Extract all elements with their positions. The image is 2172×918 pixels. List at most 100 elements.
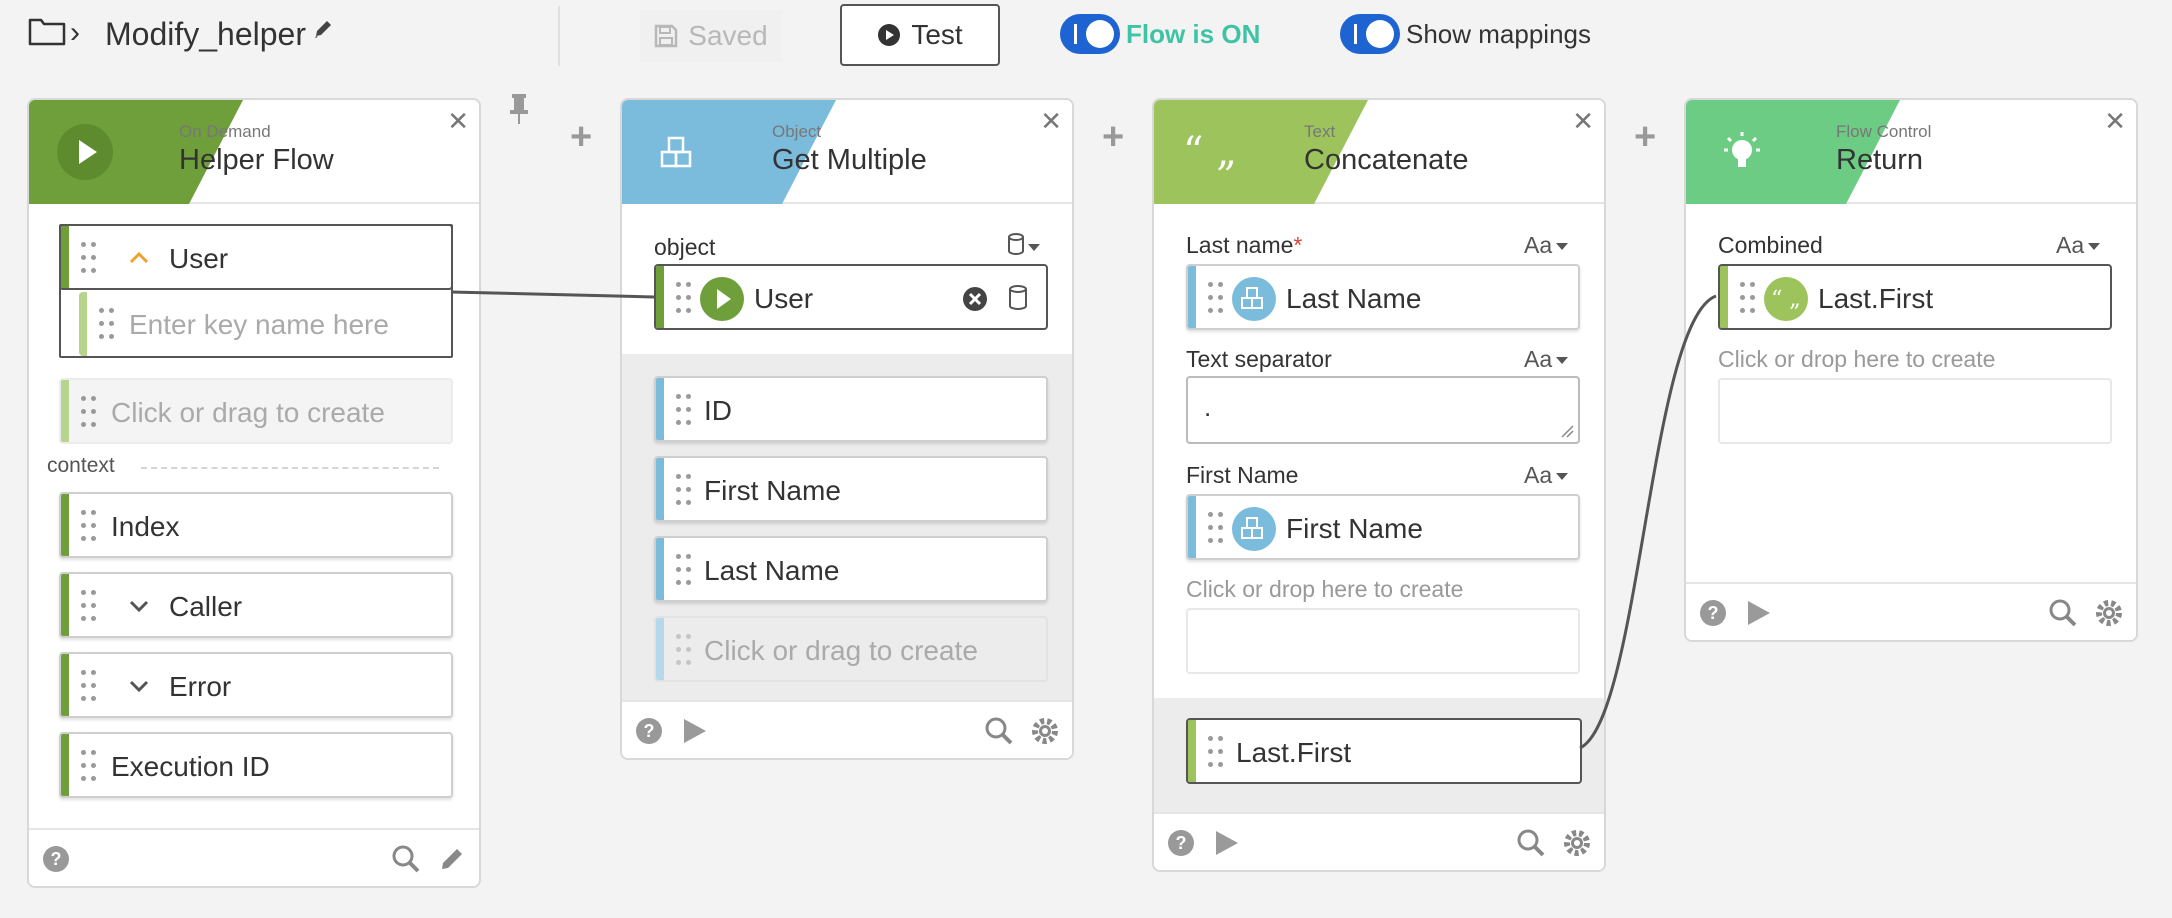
play-icon[interactable] — [1216, 831, 1238, 855]
error-pill[interactable]: Error — [59, 652, 453, 718]
flow-name[interactable]: Modify_helper — [105, 14, 306, 54]
chevron-down-icon[interactable] — [127, 594, 151, 618]
drag-handle-icon[interactable] — [81, 510, 99, 542]
gear-icon[interactable] — [1562, 828, 1592, 858]
drag-handle-icon[interactable] — [81, 750, 99, 782]
close-icon[interactable]: ✕ — [2104, 106, 2126, 137]
caller-label: Caller — [169, 591, 243, 622]
index-pill[interactable]: Index — [59, 492, 453, 558]
drag-handle-icon[interactable] — [1740, 282, 1758, 314]
drag-handle-icon[interactable] — [81, 670, 99, 702]
combined-input-pill[interactable]: “ „ Last.First — [1718, 264, 2112, 330]
drag-handle-icon[interactable] — [676, 474, 694, 506]
separator-value: . — [1204, 392, 1212, 422]
type-dropdown[interactable]: Aa — [2056, 232, 2100, 259]
close-icon[interactable]: ✕ — [447, 106, 469, 137]
error-label: Error — [169, 671, 232, 702]
first-name-input-pill[interactable]: First Name — [1186, 494, 1580, 560]
last-name-pill[interactable]: Last Name — [654, 536, 1048, 602]
help-icon[interactable]: ? — [1700, 600, 1726, 626]
type-dropdown[interactable]: Aa — [1524, 232, 1568, 259]
pencil-icon[interactable] — [312, 18, 332, 40]
gear-icon[interactable] — [2094, 598, 2124, 628]
drag-handle-icon[interactable] — [1208, 282, 1226, 314]
last-name-input-pill[interactable]: Last Name — [1186, 264, 1580, 330]
chevron-up-icon[interactable] — [127, 246, 151, 270]
card-body: Last name* Aa Last Name Text separator A… — [1154, 204, 1604, 814]
user-pill[interactable]: User — [59, 224, 453, 290]
help-icon[interactable]: ? — [1168, 830, 1194, 856]
output-pill[interactable]: Last.First — [1186, 718, 1582, 784]
saved-button[interactable]: Saved — [640, 10, 782, 62]
drag-handle-icon[interactable] — [676, 554, 694, 586]
close-icon[interactable]: ✕ — [1572, 106, 1594, 137]
drag-handle-icon[interactable] — [1208, 512, 1226, 544]
play-icon[interactable] — [1748, 601, 1770, 625]
pill-stripe — [79, 292, 87, 356]
index-label: Index — [111, 511, 180, 542]
drag-handle-icon[interactable] — [81, 396, 99, 428]
caller-pill[interactable]: Caller — [59, 572, 453, 638]
lightbulb-icon — [1724, 132, 1760, 167]
last-name-value: Last Name — [1286, 283, 1422, 314]
close-icon[interactable]: ✕ — [1040, 106, 1062, 137]
flow-on-toggle[interactable] — [1060, 14, 1120, 54]
help-icon[interactable]: ? — [43, 846, 69, 872]
key-name-placeholder: Enter key name here — [129, 309, 389, 340]
clear-icon[interactable] — [962, 286, 988, 312]
drop-zone[interactable] — [1718, 378, 2112, 444]
gear-icon[interactable] — [1030, 716, 1060, 746]
drag-handle-icon[interactable] — [81, 590, 99, 622]
drag-handle-icon[interactable] — [1208, 736, 1226, 768]
play-icon — [700, 277, 744, 321]
type-dropdown[interactable]: Aa — [1524, 346, 1568, 373]
id-pill[interactable]: ID — [654, 376, 1048, 442]
add-step-button[interactable]: + — [1102, 118, 1124, 156]
drag-handle-icon[interactable] — [99, 308, 117, 340]
search-icon[interactable] — [2048, 598, 2078, 628]
pin-icon[interactable] — [508, 92, 530, 126]
separator-textarea[interactable]: . — [1186, 376, 1580, 444]
create-field-placeholder[interactable]: Click or drag to create — [654, 616, 1048, 682]
object-user-pill[interactable]: User — [654, 264, 1048, 330]
search-icon[interactable] — [391, 844, 421, 874]
play-icon[interactable] — [684, 719, 706, 743]
execution-id-pill[interactable]: Execution ID — [59, 732, 453, 798]
return-card[interactable]: Flow Control Return ✕ Combined Aa “ „ La… — [1684, 98, 2138, 642]
add-step-button[interactable]: + — [1634, 118, 1656, 156]
chevron-down-icon[interactable] — [127, 674, 151, 698]
pencil-icon[interactable] — [437, 844, 467, 874]
drag-handle-icon[interactable] — [81, 242, 99, 274]
first-name-pill[interactable]: First Name — [654, 456, 1048, 522]
get-multiple-card[interactable]: Object Get Multiple ✕ object User ID Fir… — [620, 98, 1074, 760]
cube-icon — [660, 136, 692, 168]
test-button[interactable]: Test — [840, 4, 1000, 66]
cube-icon — [1232, 507, 1276, 551]
card-header: On Demand Helper Flow ✕ — [29, 100, 479, 204]
drag-handle-icon[interactable] — [676, 394, 694, 426]
drag-handle-icon[interactable] — [676, 634, 694, 666]
search-icon[interactable] — [1516, 828, 1546, 858]
show-mappings-toggle[interactable] — [1340, 14, 1400, 54]
database-icon[interactable] — [1008, 284, 1028, 312]
search-icon[interactable] — [984, 716, 1014, 746]
folder-icon[interactable] — [28, 16, 66, 46]
pill-stripe — [61, 574, 69, 636]
pill-stripe — [656, 266, 664, 328]
help-icon[interactable]: ? — [636, 718, 662, 744]
resize-handle-icon[interactable] — [1560, 424, 1574, 438]
helper-flow-card[interactable]: On Demand Helper Flow ✕ User Enter key n… — [27, 98, 481, 888]
drop-hint: Click or drop here to create — [1718, 346, 1996, 372]
drop-zone[interactable] — [1186, 608, 1580, 674]
breadcrumb-chevron-icon: › — [70, 16, 80, 49]
concatenate-card[interactable]: “ „ Text Concatenate ✕ Last name* Aa Las… — [1152, 98, 1606, 872]
key-name-input[interactable]: Enter key name here — [79, 292, 451, 356]
top-bar: › Modify_helper Saved Test Flow is ON Sh… — [0, 0, 2172, 70]
database-dropdown-icon[interactable] — [1006, 232, 1044, 258]
test-label: Test — [911, 19, 963, 50]
first-name-label: First Name — [704, 475, 841, 506]
drag-handle-icon[interactable] — [676, 282, 694, 314]
add-step-button[interactable]: + — [570, 118, 592, 156]
type-dropdown[interactable]: Aa — [1524, 462, 1568, 489]
create-field-placeholder[interactable]: Click or drag to create — [59, 378, 453, 444]
